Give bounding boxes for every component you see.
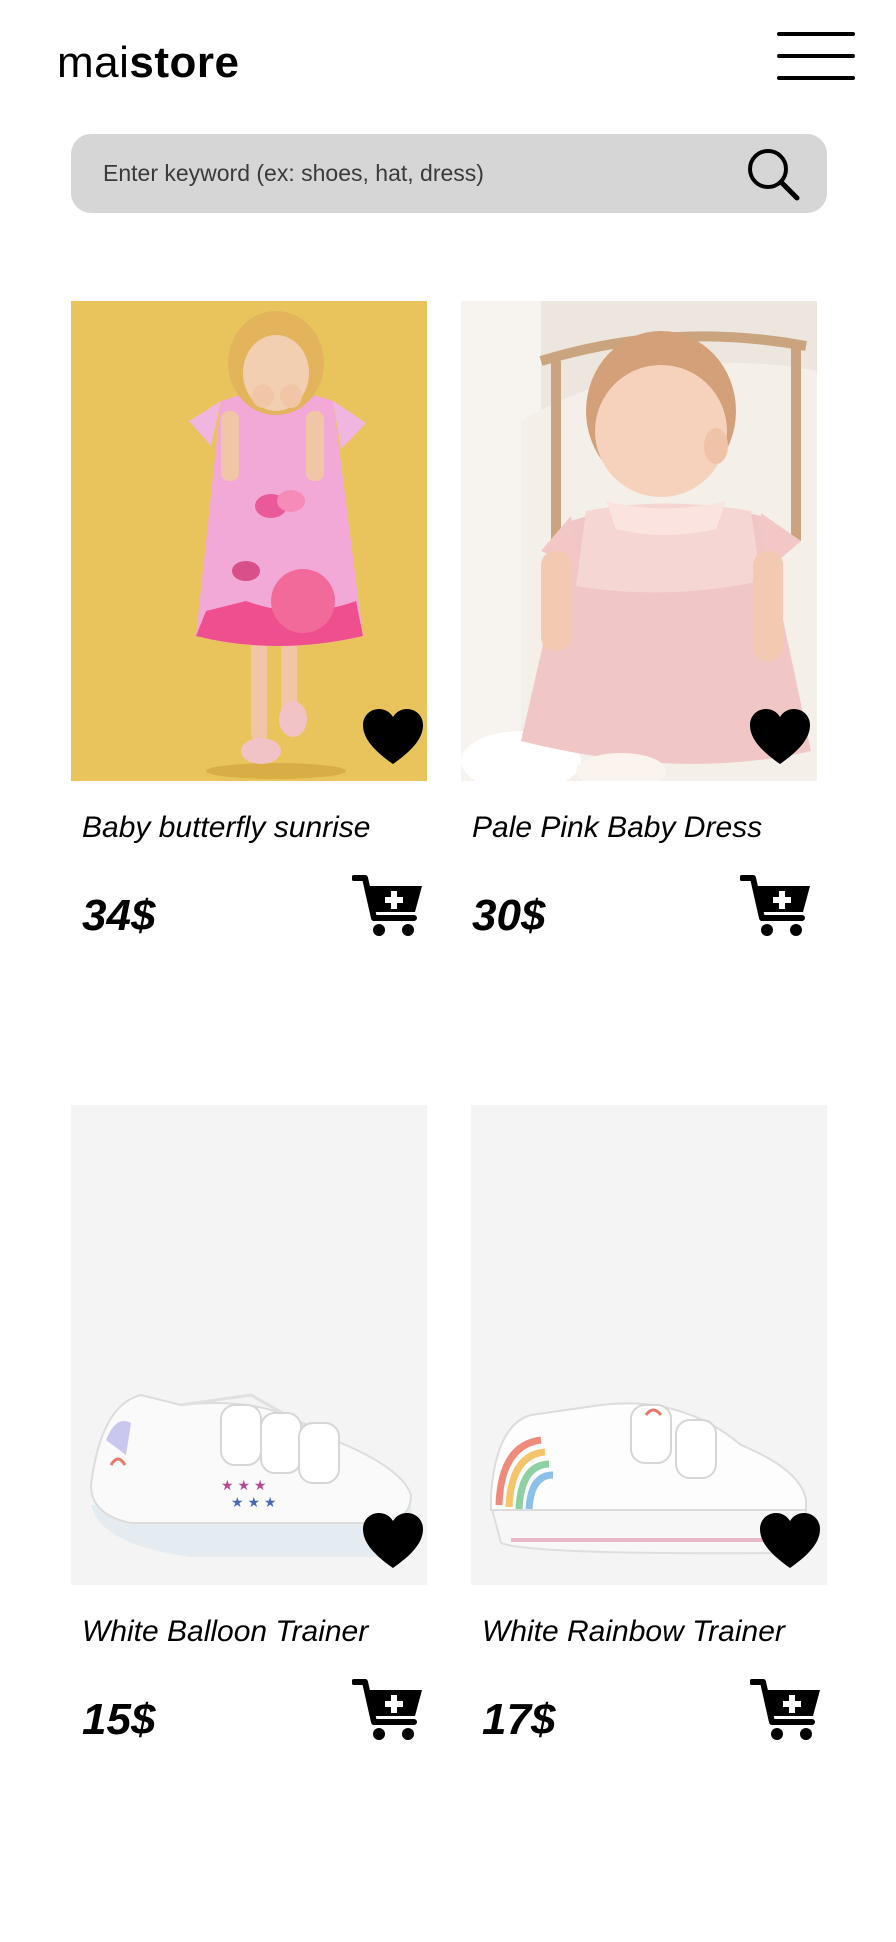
search-input[interactable] <box>103 134 743 213</box>
svg-text:★ ★ ★: ★ ★ ★ <box>231 1494 276 1510</box>
product-card[interactable]: Baby butterfly sunrise 34$ <box>71 301 427 951</box>
brand-logo[interactable]: maistore <box>57 38 240 88</box>
heart-icon[interactable] <box>362 1512 424 1570</box>
product-price: 17$ <box>482 1695 556 1744</box>
add-to-cart-icon[interactable] <box>749 1676 822 1744</box>
hamburger-menu-icon[interactable] <box>777 32 855 82</box>
add-to-cart-icon[interactable] <box>351 1676 424 1744</box>
product-card[interactable]: ★ ★ ★ ★ ★ ★ White Balloon Trainer 15$ <box>71 1105 427 1755</box>
heart-icon[interactable] <box>749 708 811 766</box>
heart-icon[interactable] <box>362 708 424 766</box>
heart-icon[interactable] <box>759 1512 821 1570</box>
product-name: White Rainbow Trainer <box>482 1615 785 1648</box>
brand-logo-bold: store <box>129 38 240 87</box>
product-card[interactable]: Pale Pink Baby Dress 30$ <box>461 301 817 951</box>
search-icon[interactable] <box>743 144 803 204</box>
product-card[interactable]: White Rainbow Trainer 17$ <box>471 1105 827 1755</box>
brand-logo-light: mai <box>57 38 130 87</box>
add-to-cart-icon[interactable] <box>739 872 812 940</box>
product-name: Baby butterfly sunrise <box>82 811 371 844</box>
svg-text:★ ★ ★: ★ ★ ★ <box>221 1477 266 1493</box>
product-price: 30$ <box>472 891 546 940</box>
product-price: 15$ <box>82 1695 156 1744</box>
header: maistore <box>0 0 896 120</box>
product-name: Pale Pink Baby Dress <box>472 811 763 844</box>
product-name: White Balloon Trainer <box>82 1615 369 1648</box>
product-price: 34$ <box>82 891 156 940</box>
add-to-cart-icon[interactable] <box>351 872 424 940</box>
search-bar <box>71 134 827 213</box>
